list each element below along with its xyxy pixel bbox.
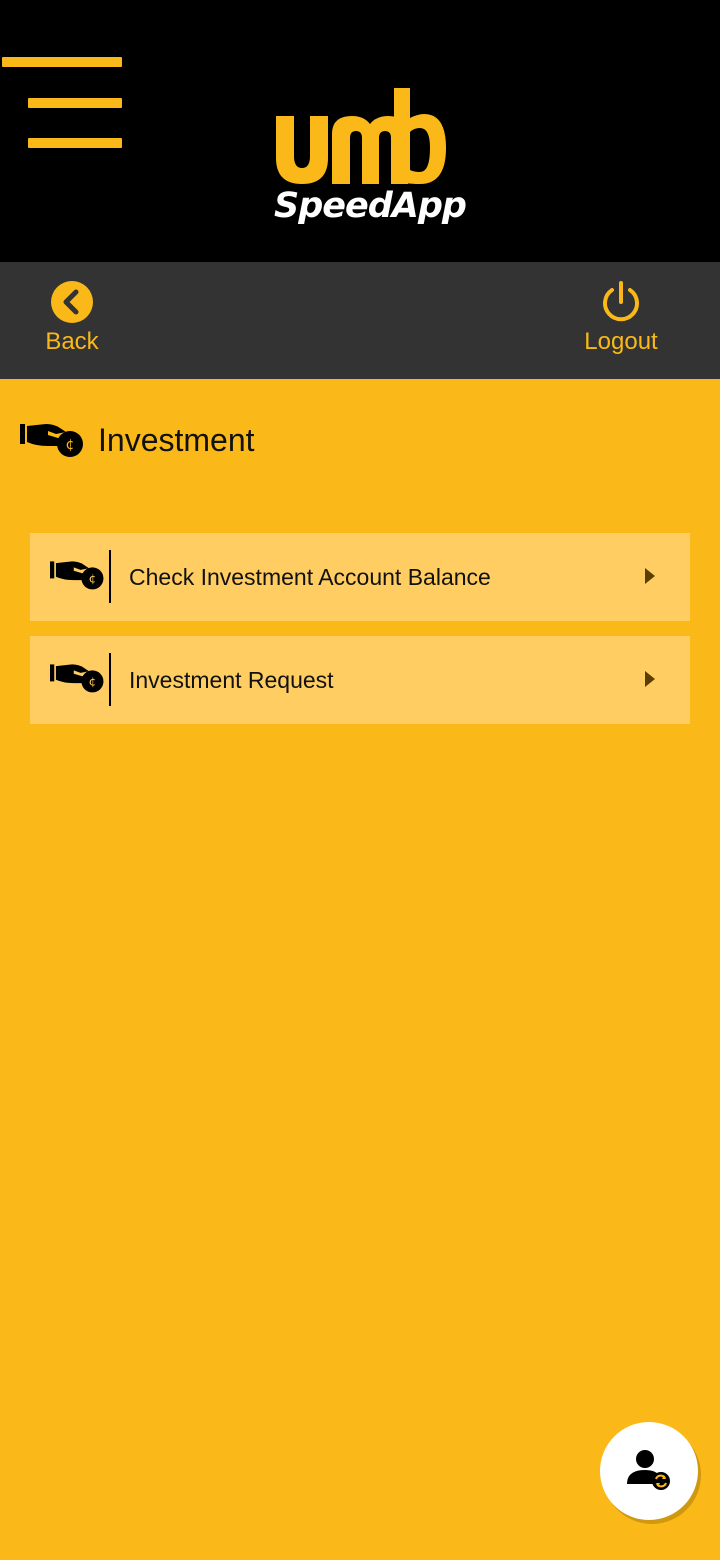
- svg-text:¢: ¢: [89, 572, 97, 586]
- app-header: SpeedApp: [0, 0, 720, 262]
- item-divider: [109, 653, 111, 706]
- menu-item-label: Investment Request: [129, 667, 334, 693]
- hand-coin-icon: ¢: [20, 424, 83, 457]
- menu-item-investment-request[interactable]: ¢ Investment Request: [30, 636, 690, 724]
- logout-label: Logout: [584, 328, 658, 355]
- menu-item-label: Check Investment Account Balance: [129, 564, 491, 590]
- menu-item-check-investment-balance[interactable]: ¢ Check Investment Account Balance: [30, 533, 690, 621]
- brand-name: SpeedApp: [274, 186, 467, 226]
- logout-button[interactable]: Logout: [566, 280, 676, 366]
- item-divider: [109, 550, 111, 603]
- user-switch-icon: [627, 1450, 670, 1490]
- section-header: ¢ Investment: [20, 410, 255, 470]
- switch-user-button[interactable]: [600, 1422, 698, 1520]
- chevron-left-circle-icon: [51, 281, 93, 323]
- menu-icon[interactable]: [0, 54, 124, 154]
- svg-text:¢: ¢: [66, 437, 75, 453]
- action-toolbar: Back Logout: [0, 262, 720, 379]
- hand-coin-icon: ¢: [50, 561, 104, 590]
- back-label: Back: [45, 328, 99, 355]
- umb-speedapp-logo: SpeedApp: [272, 86, 467, 228]
- back-button[interactable]: Back: [17, 280, 127, 366]
- svg-text:¢: ¢: [89, 675, 97, 689]
- power-icon: [603, 281, 639, 322]
- hand-coin-icon: ¢: [50, 664, 104, 693]
- page-title: Investment: [98, 421, 255, 458]
- chevron-right-icon: [645, 568, 655, 584]
- umb-logo-mark: [276, 88, 446, 184]
- chevron-right-icon: [645, 671, 655, 687]
